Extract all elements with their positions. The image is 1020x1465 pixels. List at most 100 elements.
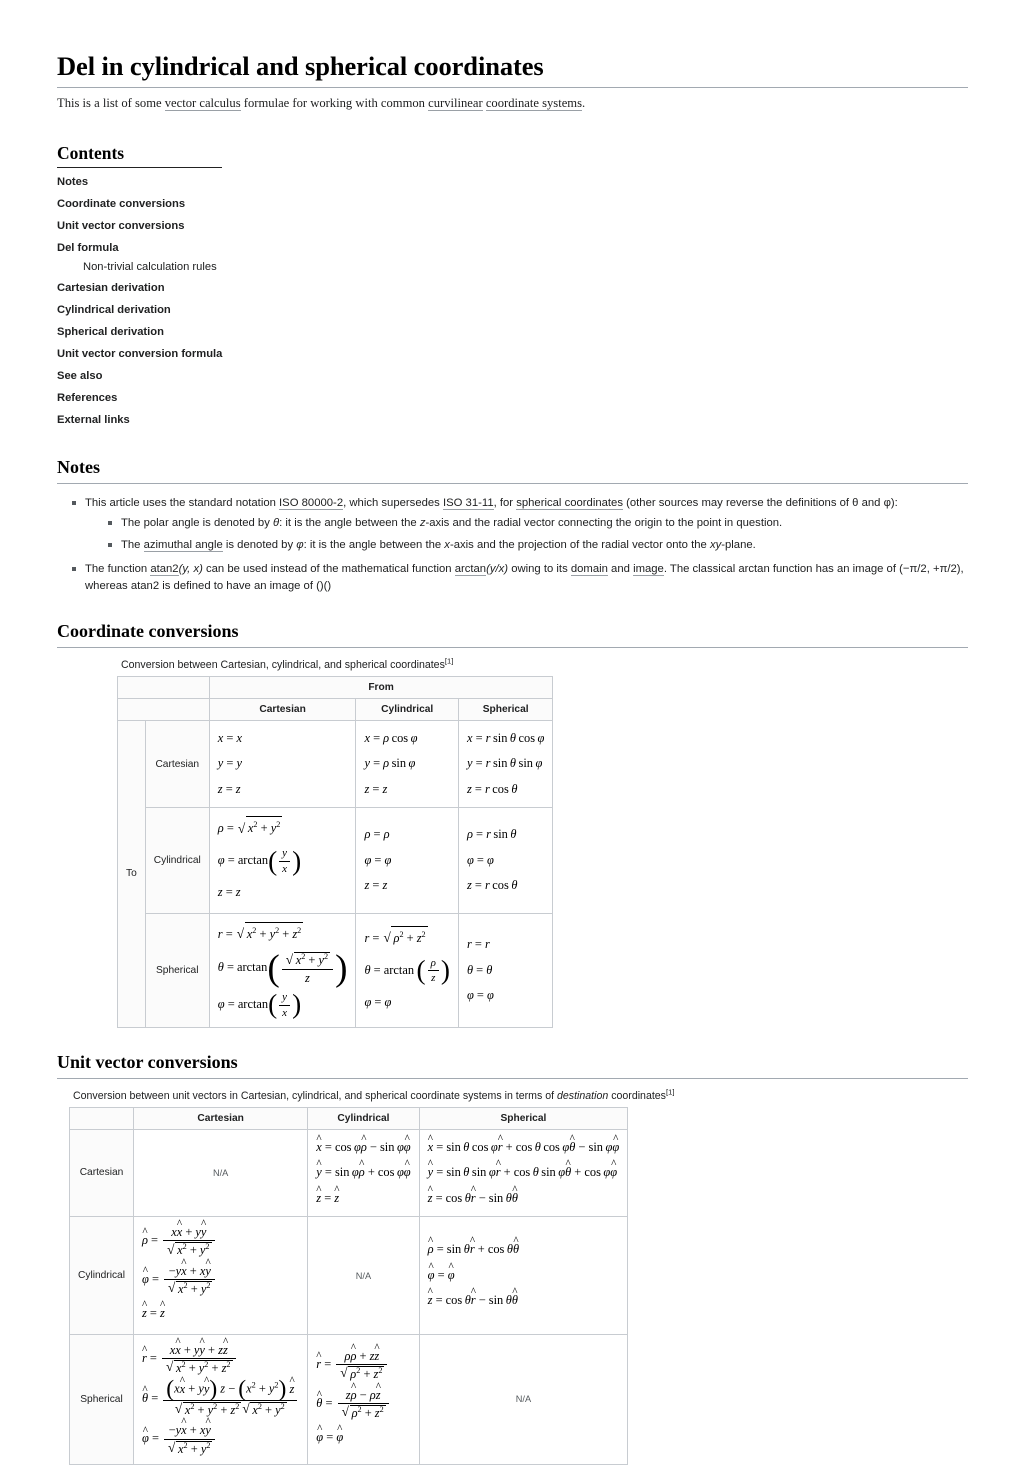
uv-col-header-cylindrical: Cylindrical [307, 1106, 420, 1130]
table-row: To Cartesian x = x y = y z = z x = ρ cos… [117, 719, 554, 1029]
lead-text-1: This is a list of some [57, 95, 165, 110]
col-header-cartesian: Cartesian [208, 697, 357, 721]
heading-notes: Notes [57, 457, 968, 484]
link-iso-80000-2[interactable]: ISO 80000-2 [279, 496, 344, 510]
uv-cell-cyl-cart: ^ρ = x^x + y^yx2 + y2 ^φ = −y^x + x^yx2 … [132, 1216, 309, 1335]
uv-cell-sph-cart: ^r = x^x + y^y + z^zx2 + y2 + z2 ^θ = (x… [132, 1333, 309, 1465]
side-header-to: To [117, 719, 146, 1029]
toc-item-non-trivial-calculation-rules[interactable]: Non-trivial calculation rules [57, 259, 817, 277]
note-item-2: The function atan2(y, x) can be used ins… [71, 561, 968, 597]
note1-text-a: This article uses the standard notation [85, 496, 280, 509]
cell-cyl-from-cyl: ρ = ρ φ = φ z = z [355, 807, 459, 914]
link-arctan[interactable]: arctan [454, 563, 487, 577]
table-row: Cartesian Cylindrical Spherical [117, 697, 554, 721]
uv-caption-ref[interactable]: [1] [666, 1087, 674, 1096]
note2-args: (y, x) [178, 563, 203, 576]
note-subitem-polar-angle: The polar angle is denoted by θ: it is t… [107, 515, 968, 536]
note2-b: can be used instead of the mathematical … [202, 563, 455, 576]
cell-cart-from-cyl: x = ρ cos φ y = ρ sin φ z = z [355, 719, 459, 809]
corner-cell [117, 675, 210, 699]
toc-item-coordinate-conversions[interactable]: Coordinate conversions [57, 194, 817, 216]
section-coordinate-conversions: Coordinate conversions Conversion betwee… [57, 621, 968, 1029]
toc-heading: Contents [57, 143, 222, 168]
sub2-symbol-phi: φ [296, 538, 304, 551]
coordinate-conversion-table: From Cartesian Cylindrical Spherical To … [117, 675, 554, 1029]
uv-row-header-cartesian: Cartesian [69, 1128, 134, 1218]
cell-sph-from-cart: r = x2 + y2 + z2 θ = arctan(x2 + y2z) φ … [208, 912, 357, 1029]
unit-vector-table-caption: Conversion between unit vectors in Carte… [73, 1087, 968, 1104]
coordinate-table-caption: Conversion between Cartesian, cylindrica… [121, 656, 968, 673]
toc-item-references[interactable]: References [57, 387, 817, 409]
table-row: Spherical r = x2 + y2 + z2 θ = arctan(x2… [118, 912, 554, 1029]
row-header-cartesian: Cartesian [144, 719, 210, 809]
link-image[interactable]: image [633, 563, 664, 577]
toc-item-see-also[interactable]: See also [57, 366, 817, 388]
sub1-c: -axis and the radial vector connecting t… [425, 517, 783, 530]
uv-caption-b: coordinates [608, 1089, 666, 1102]
sub2-d: -axis and the projection of the radial v… [449, 538, 710, 551]
notes-list: This article uses the standard notation … [57, 495, 968, 597]
link-curvilinear[interactable]: curvilinear [428, 95, 483, 111]
link-vector-calculus[interactable]: vector calculus [164, 95, 241, 111]
uv-row-header-cylindrical: Cylindrical [69, 1216, 134, 1335]
toc-item-spherical-derivation[interactable]: Spherical derivation [57, 322, 817, 344]
header-from: From [208, 675, 554, 699]
toc-item-cartesian-derivation[interactable]: Cartesian derivation [57, 278, 817, 300]
cell-sph-from-cyl: r = ρ2 + z2 θ = arctan (ρz) φ = φ [355, 912, 459, 1029]
cell-cyl-from-cart: ρ = x2 + y2 φ = arctan(yx) z = z [208, 807, 357, 914]
unit-vector-table-wrap: Conversion between unit vectors in Carte… [69, 1087, 968, 1465]
table-row: Spherical ^r = x^x + y^y + z^zx2 + y2 + … [69, 1333, 629, 1465]
uv-corner-cell [69, 1106, 134, 1130]
toc-list: Notes Coordinate conversions Unit vector… [57, 172, 817, 432]
uv-caption-em: destination [557, 1089, 609, 1102]
lead-period: . [582, 95, 586, 110]
link-atan2[interactable]: atan2 [150, 563, 179, 577]
uv-row-header-spherical: Spherical [69, 1333, 134, 1465]
coordinate-caption-ref[interactable]: [1] [445, 656, 453, 665]
link-domain[interactable]: domain [570, 563, 608, 577]
sub1-b: : it is the angle between the [279, 517, 420, 530]
uv-caption-a: Conversion between unit vectors in Carte… [73, 1089, 558, 1102]
table-row: Cartesian Cylindrical Spherical [69, 1106, 629, 1130]
article-page: Del in cylindrical and spherical coordin… [0, 0, 1020, 1465]
page-title: Del in cylindrical and spherical coordin… [57, 51, 968, 88]
uv-cell-cart-cyl: ^ x = cos φ ^ ρ − sin φ ^ φ ^ y = sin φ ^ ρ + co… [307, 1128, 420, 1218]
note2-a: The function [85, 563, 151, 576]
link-spherical-coordinates[interactable]: spherical coordinates [516, 496, 623, 510]
toc-item-del-formula[interactable]: Del formula [57, 237, 817, 259]
section-notes: Notes This article uses the standard not… [57, 457, 968, 597]
cell-cart-from-sph: x = r sin θ cos φ y = r sin θ sin φ z = … [457, 719, 554, 809]
toc-item-unit-vector-conversions[interactable]: Unit vector conversions [57, 215, 817, 237]
row-header-spherical: Spherical [144, 912, 210, 1029]
coordinate-conversion-table-wrap: Conversion between Cartesian, cylindrica… [117, 656, 968, 1029]
cell-cyl-from-sph: ρ = r sin θ φ = φ z = r cos θ [457, 807, 554, 914]
note1-text-c: (other sources may reverse the definitio… [622, 496, 898, 509]
table-of-contents: Contents Notes Coordinate conversions Un… [57, 143, 817, 432]
col-header-spherical: Spherical [457, 697, 554, 721]
corner-cell-2 [117, 697, 210, 721]
col-header-cylindrical: Cylindrical [355, 697, 459, 721]
note2-d: and [607, 563, 634, 576]
link-coordinate-systems[interactable]: coordinate systems [485, 95, 582, 111]
coordinate-caption-text: Conversion between Cartesian, cylindrica… [121, 658, 445, 671]
toc-item-notes[interactable]: Notes [57, 172, 817, 194]
link-azimuthal-angle[interactable]: azimuthal angle [143, 538, 223, 552]
heading-unit-vector-conversions: Unit vector conversions [57, 1052, 968, 1079]
toc-item-cylindrical-derivation[interactable]: Cylindrical derivation [57, 300, 817, 322]
sub2-b: is denoted by [222, 538, 297, 551]
cell-sph-from-sph: r = r θ = θ φ = φ [457, 912, 554, 1029]
row-header-cylindrical: Cylindrical [144, 807, 210, 914]
note-subitem-azimuthal-angle: The azimuthal angle is denoted by φ: it … [107, 537, 968, 558]
uv-cell-cyl-sph: ^ ρ = sin θ ^ r + cos θ ^ θ ^ φ = ^ φ ^ z = cos … [418, 1216, 629, 1335]
link-iso-31-11[interactable]: ISO 31-11 [442, 496, 494, 510]
heading-coordinate-conversions: Coordinate conversions [57, 621, 968, 648]
sub2-c: : it is the angle between the [303, 538, 445, 551]
lead-paragraph: This is a list of some vector calculus f… [57, 94, 968, 113]
unit-vector-conversion-table: Cartesian Cylindrical Spherical Cartesia… [69, 1106, 629, 1465]
toc-item-unit-vector-conversion-formula[interactable]: Unit vector conversion formula [57, 344, 817, 366]
toc-item-external-links[interactable]: External links [57, 409, 817, 431]
table-row: Cylindrical ^ρ = x^x + y^yx2 + y2 ^φ = −… [69, 1216, 629, 1335]
uv-col-header-cartesian: Cartesian [132, 1106, 309, 1130]
note2-c: owing to its [508, 563, 571, 576]
table-row: Cylindrical ρ = x2 + y2 φ = arctan(yx) z… [118, 807, 554, 914]
